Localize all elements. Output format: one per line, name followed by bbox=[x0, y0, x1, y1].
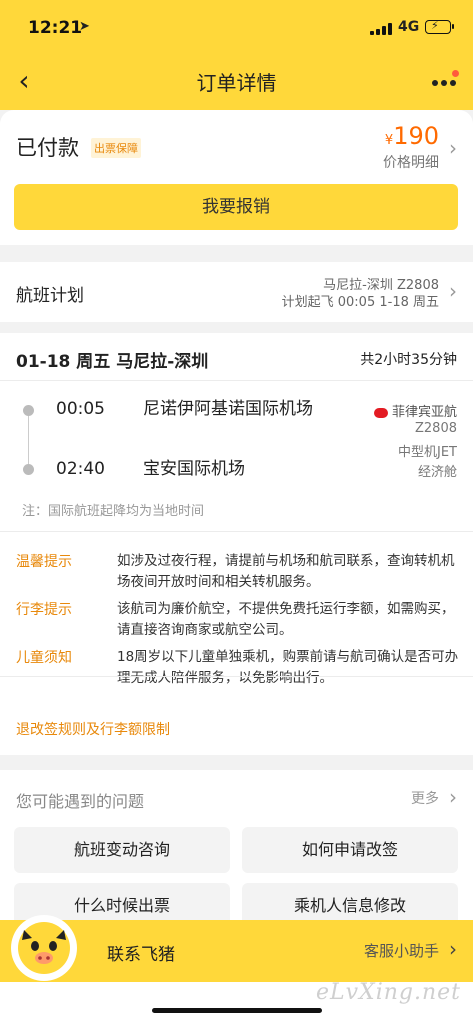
refund-rules-link[interactable]: 退改签规则及行李额限制 bbox=[16, 719, 170, 739]
customer-service-link[interactable]: 客服小助手 bbox=[364, 940, 439, 961]
reimburse-button[interactable]: 我要报销 bbox=[14, 184, 458, 230]
flight-plan-row[interactable]: 航班计划 马尼拉-深圳 Z2808 计划起飞 00:05 1-18 周五 › bbox=[0, 262, 473, 322]
status-bar: 12:21 ➤ 4G ⚡ bbox=[0, 0, 473, 58]
order-status-card: 已付款 出票保障 ¥190 价格明细 › 我要报销 bbox=[0, 110, 473, 245]
departure-airport: 尼诺伊阿基诺国际机场 bbox=[143, 399, 313, 419]
price-detail-link[interactable]: 价格明细 bbox=[383, 152, 439, 172]
watermark: eLvXing.net bbox=[315, 980, 461, 1005]
flight-plan-label: 航班计划 bbox=[16, 286, 84, 306]
timeline-line bbox=[28, 411, 29, 469]
network-type: 4G bbox=[398, 19, 420, 35]
flight-plan-schedule: 计划起飞 00:05 1-18 周五 bbox=[281, 295, 439, 310]
divider bbox=[0, 676, 473, 677]
flight-detail-card: 01-18 周五 马尼拉-深圳 共2小时35分钟 00:05 尼诺伊阿基诺国际机… bbox=[0, 333, 473, 755]
fliggy-mascot-icon bbox=[11, 915, 77, 981]
faq-card: 您可能遇到的问题 更多 › 航班变动咨询 如何申请改签 什么时候出票 乘机人信息… bbox=[0, 770, 473, 930]
order-price[interactable]: ¥190 bbox=[385, 122, 439, 150]
contact-fliggy-label: 联系飞猪 bbox=[107, 945, 175, 965]
faq-question-button[interactable]: 航班变动咨询 bbox=[14, 827, 230, 873]
tip-label: 儿童须知 bbox=[16, 650, 72, 666]
faq-question-button[interactable]: 如何申请改签 bbox=[242, 827, 458, 873]
home-indicator[interactable] bbox=[152, 1008, 322, 1013]
chevron-right-icon: › bbox=[449, 279, 457, 303]
airline: 菲律宾亚航 bbox=[373, 401, 457, 420]
local-time-note: 注：国际航班起降均为当地时间 bbox=[22, 504, 205, 519]
chevron-right-icon: › bbox=[449, 937, 457, 961]
chevron-right-icon: › bbox=[449, 785, 457, 809]
location-arrow-icon: ➤ bbox=[79, 19, 90, 34]
tip-label: 温馨提示 bbox=[16, 554, 72, 570]
flight-number: Z2808 bbox=[415, 421, 457, 436]
flight-header: 01-18 周五 马尼拉-深圳 bbox=[16, 352, 209, 372]
contact-bar[interactable]: 联系飞猪 客服小助手 › bbox=[0, 915, 473, 982]
ticket-guarantee-badge: 出票保障 bbox=[91, 138, 141, 158]
faq-more-link[interactable]: 更多 bbox=[411, 788, 439, 808]
chevron-right-icon: › bbox=[449, 136, 457, 160]
tip-text: 如涉及过夜行程，请提前与机场和航司联系，查询转机机场夜间开放时间和相关转机服务。 bbox=[117, 553, 455, 590]
divider bbox=[0, 531, 473, 532]
tip-text: 该航司为廉价航空，不提供免费托运行李额，如需购买，请直接咨询商家或航空公司。 bbox=[117, 601, 455, 638]
departure-dot-icon bbox=[23, 405, 34, 416]
order-status: 已付款 bbox=[16, 136, 79, 160]
airline-logo-icon bbox=[373, 407, 388, 418]
signal-icon bbox=[370, 23, 392, 35]
flight-duration: 共2小时35分钟 bbox=[360, 352, 457, 368]
arrival-time: 02:40 bbox=[56, 459, 105, 479]
arrival-dot-icon bbox=[23, 464, 34, 475]
faq-title: 您可能遇到的问题 bbox=[16, 792, 145, 811]
status-time: 12:21 bbox=[28, 18, 83, 38]
more-menu-icon[interactable] bbox=[428, 70, 462, 94]
cabin-class: 经济舱 bbox=[417, 465, 457, 480]
tip-label: 行李提示 bbox=[16, 602, 72, 618]
page-title: 订单详情 bbox=[196, 71, 277, 95]
notification-dot bbox=[452, 70, 459, 77]
divider bbox=[0, 380, 473, 381]
battery-icon: ⚡ bbox=[425, 19, 454, 34]
departure-time: 00:05 bbox=[56, 399, 105, 419]
aircraft-type: 中型机JET bbox=[398, 445, 457, 460]
tip-text: 18周岁以下儿童单独乘机，购票前请与航司确认是否可办理无成人陪伴服务，以免影响出… bbox=[117, 649, 459, 686]
arrival-airport: 宝安国际机场 bbox=[143, 459, 245, 479]
